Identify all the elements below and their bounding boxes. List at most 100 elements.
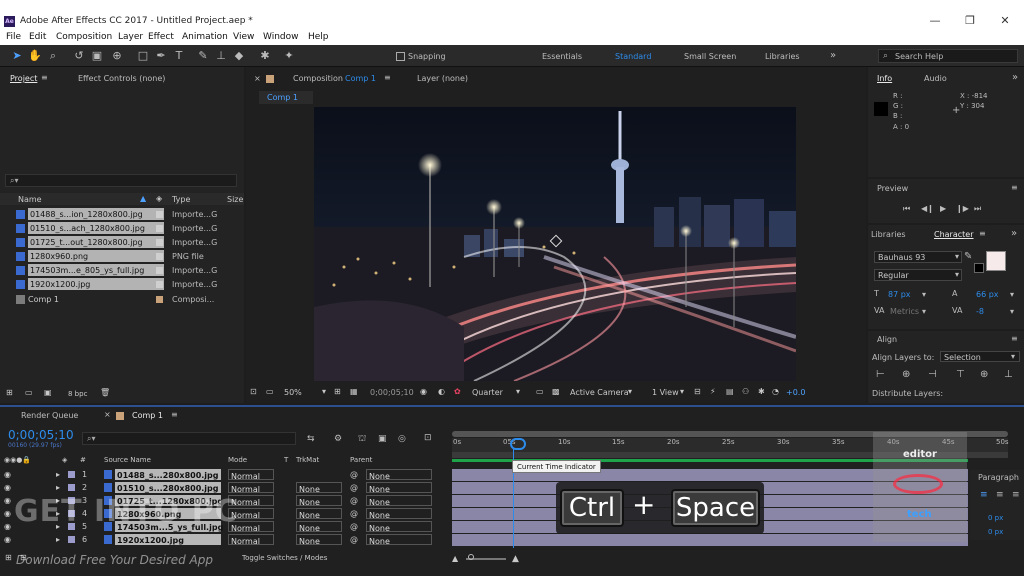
snapshot-icon[interactable]: ◉ (420, 387, 427, 396)
hand-tool-icon[interactable]: ✋ (28, 49, 42, 63)
label-swatch[interactable] (68, 484, 75, 491)
list-item[interactable]: 1920x1200.jpg Importe...G (14, 278, 226, 291)
last-frame-icon[interactable]: ⏭ (974, 204, 981, 214)
label-col-icon[interactable]: ◈ (156, 194, 162, 203)
zoom-in-icon[interactable]: ▲ (512, 554, 519, 564)
composition-menu-icon[interactable]: ≡ (384, 73, 391, 82)
col-type[interactable]: Type (172, 195, 190, 204)
leading-value[interactable]: 66 px (976, 290, 999, 299)
workspace-essentials[interactable]: Essentials (542, 52, 582, 61)
label-swatch[interactable] (68, 536, 75, 543)
trash-icon[interactable]: 🗑 (100, 388, 110, 397)
previous-frame-icon[interactable]: ◀❙ (921, 204, 934, 213)
composition-viewer[interactable] (314, 107, 796, 381)
pen-tool-icon[interactable]: ✒ (154, 49, 168, 63)
menu-view[interactable]: View (233, 32, 254, 42)
tab-composition-name[interactable]: Comp 1 (345, 74, 376, 83)
pick-whip-icon[interactable]: @ (350, 533, 358, 546)
pan-behind-tool-icon[interactable]: ⊕ (110, 49, 124, 63)
snapping-checkbox[interactable] (396, 52, 405, 61)
pick-whip-icon[interactable]: @ (350, 481, 358, 494)
tab-project[interactable]: Project (10, 74, 37, 83)
kerning-value[interactable]: Metrics (890, 307, 919, 316)
comp-mini-flowchart-icon[interactable]: ⇆ (307, 434, 315, 444)
list-item[interactable]: 1280x960.png PNG file (14, 250, 226, 263)
pick-whip-icon[interactable]: @ (350, 507, 358, 520)
align-to-select[interactable]: Selection (940, 351, 1020, 362)
close-button[interactable]: ✕ (990, 13, 1020, 29)
font-dropdown-icon[interactable]: ▾ (955, 252, 959, 261)
resolution-select[interactable]: Quarter (472, 388, 503, 397)
size-dropdown-icon[interactable]: ▾ (922, 290, 926, 299)
always-preview-icon[interactable]: ⊡ (250, 387, 257, 396)
align-menu-icon[interactable]: ≡ (1011, 334, 1018, 343)
workspace-standard[interactable]: Standard (615, 52, 651, 61)
new-composition-icon[interactable]: ▣ (44, 388, 52, 397)
current-timecode[interactable]: 0;00;05;10 (8, 428, 74, 442)
expand-arrow-icon[interactable]: ▸ (56, 481, 60, 494)
camera-select[interactable]: Active Camera (570, 388, 629, 397)
align-right-icon[interactable]: ⊣ (928, 369, 937, 380)
minimize-button[interactable]: — (920, 13, 950, 29)
table-row[interactable]: ◉ ▸ 2 01510_s...280x800.jpg Normal None … (0, 481, 448, 494)
comp-breadcrumb[interactable]: Comp 1 (259, 91, 313, 104)
graph-editor-icon[interactable]: ⊡ (424, 433, 432, 443)
visibility-eye-icon[interactable]: ◉ (4, 507, 11, 520)
align-center-v-icon[interactable]: ⊕ (980, 369, 988, 380)
pixel-aspect-icon[interactable]: ⊟ (694, 387, 701, 396)
menu-layer[interactable]: Layer (118, 32, 143, 42)
bit-depth-label[interactable]: 8 bpc (68, 390, 87, 398)
visibility-eye-icon[interactable]: ◉ (4, 520, 11, 533)
play-icon[interactable]: ▶ (940, 204, 946, 213)
align-top-icon[interactable]: ⊤ (956, 369, 965, 380)
selection-tool-icon[interactable]: ➤ (10, 49, 24, 63)
character-menu-icon[interactable]: ≡ (979, 229, 986, 238)
menu-help[interactable]: Help (308, 32, 329, 42)
visibility-eye-icon[interactable]: ◉ (4, 481, 11, 494)
sort-ascending-icon[interactable]: ▲ (140, 194, 146, 203)
col-trkmat[interactable]: TrkMat (296, 456, 319, 464)
list-item[interactable]: 01510_s...ach_1280x800.jpg Importe...G (14, 222, 226, 235)
fast-previews-icon[interactable]: ⚡ (710, 387, 716, 396)
transparency-grid-icon[interactable]: ▩ (552, 387, 560, 396)
list-item[interactable]: 01725_t...out_1280x800.jpg Importe...G (14, 236, 226, 249)
stroke-color-swatch[interactable] (986, 251, 1006, 271)
project-menu-icon[interactable]: ≡ (41, 73, 48, 82)
leading-dropdown-icon[interactable]: ▾ (1010, 290, 1014, 299)
rotate-tool-icon[interactable]: ↺ (72, 49, 86, 63)
menu-effect[interactable]: Effect (148, 32, 174, 42)
tab-libraries[interactable]: Libraries (871, 230, 906, 239)
safe-margins-icon[interactable]: ⊞ (334, 387, 341, 396)
col-name[interactable]: Name (18, 195, 42, 204)
workspace-overflow-icon[interactable]: » (830, 50, 836, 61)
close-comp-tab-icon[interactable]: × (104, 410, 111, 419)
pick-whip-icon[interactable]: @ (350, 494, 358, 507)
tab-character[interactable]: Character (934, 230, 974, 239)
camera-dropdown-icon[interactable]: ▾ (628, 387, 632, 396)
comp-timecode[interactable]: 0;00;05;10 (370, 388, 414, 397)
views-dropdown-icon[interactable]: ▾ (680, 387, 684, 396)
tab-audio[interactable]: Audio (924, 74, 947, 83)
visibility-eye-icon[interactable]: ◉ (4, 533, 11, 546)
menu-window[interactable]: Window (263, 32, 299, 42)
table-row[interactable]: ◉ ▸ 6 1920x1200.jpg Normal None @ None (0, 533, 448, 546)
eraser-tool-icon[interactable]: ◆ (232, 49, 246, 63)
visibility-eye-icon[interactable]: ◉ (4, 494, 11, 507)
shy-layers-icon[interactable]: ⛫ (358, 434, 366, 445)
roto-brush-tool-icon[interactable]: ✱ (258, 49, 272, 63)
pick-whip-icon[interactable]: @ (350, 468, 358, 481)
align-center-h-icon[interactable]: ⊕ (902, 369, 910, 380)
kerning-dropdown-icon[interactable]: ▾ (922, 307, 926, 316)
rectangle-tool-icon[interactable]: □ (136, 49, 150, 63)
flowchart-icon[interactable]: ⚇ (742, 387, 749, 396)
layer-switches-icon[interactable]: ⊞ (5, 553, 12, 562)
channel-icon[interactable]: ✿ (454, 387, 461, 396)
align-bottom-icon[interactable]: ⊥ (1004, 369, 1013, 380)
font-size-value[interactable]: 87 px (888, 290, 911, 299)
show-snapshot-icon[interactable]: ◐ (438, 387, 445, 396)
maximize-button[interactable]: ❐ (955, 13, 985, 29)
menu-composition[interactable]: Composition (56, 32, 112, 42)
draft-3d-icon[interactable]: ⚙ (334, 434, 342, 444)
col-size[interactable]: Size (227, 195, 243, 204)
eyedropper-icon[interactable]: ✎ (964, 251, 972, 262)
